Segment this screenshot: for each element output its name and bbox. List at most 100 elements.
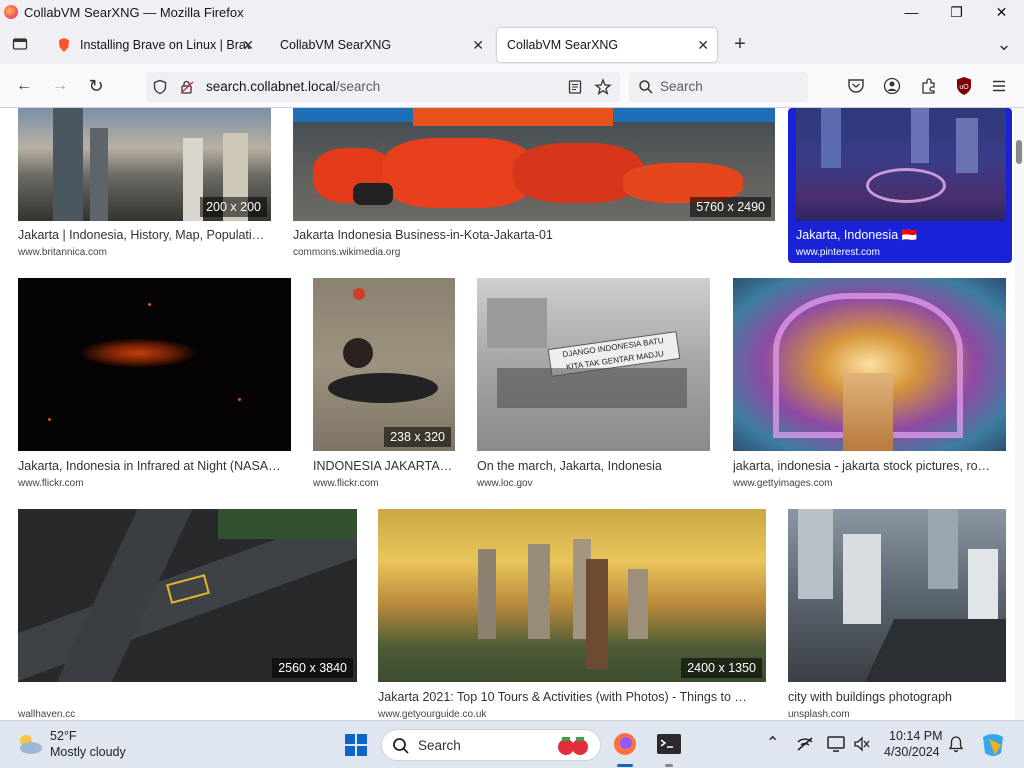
image-dimensions: 5760 x 2490 (690, 197, 771, 217)
weather-condition[interactable]: Mostly cloudy (50, 745, 126, 759)
result-unsplash[interactable]: city with buildings photograph unsplash.… (788, 509, 1010, 720)
url-bar[interactable]: search.collabnet.local/search (146, 72, 620, 102)
result-source: wallhaven.cc (18, 709, 76, 720)
result-thumbnail[interactable]: 2400 x 1350 (378, 509, 766, 682)
clock-time[interactable]: 10:14 PM (889, 729, 943, 743)
result-thumbnail[interactable]: 238 x 320 (313, 278, 455, 451)
window-title-bar: CollabVM SearXNG — Mozilla Firefox — ❐ ✕ (0, 0, 1024, 24)
notification-bell-icon[interactable] (948, 735, 964, 753)
taskbar-search-label: Search (418, 738, 461, 753)
result-wallhaven[interactable]: 2560 x 3840 wallhaven.cc (18, 509, 358, 720)
show-hidden-icons-button[interactable]: ⌃ (766, 733, 779, 753)
result-britannica[interactable]: 200 x 200 Jakarta | Indonesia, History, … (18, 108, 273, 263)
active-app-indicator (617, 764, 633, 767)
result-source: www.flickr.com (18, 478, 84, 489)
insecure-lock-icon[interactable] (179, 79, 195, 95)
tab-bar: Installing Brave on Linux | Brave ✕ Coll… (0, 24, 1024, 64)
scrollbar-thumb[interactable] (1016, 140, 1022, 164)
extensions-icon[interactable] (920, 77, 938, 95)
maximize-button[interactable]: ❐ (934, 0, 979, 24)
terminal-icon[interactable] (656, 732, 682, 756)
search-bar[interactable]: Search (629, 72, 808, 102)
pocket-icon[interactable] (847, 78, 865, 94)
brave-icon (59, 38, 69, 52)
image-dimensions: 238 x 320 (384, 427, 451, 447)
url-path: /search (335, 79, 381, 94)
result-title[interactable]: Jakarta, Indonesia 🇮🇩 (796, 228, 1006, 243)
windows-start-icon[interactable] (344, 733, 368, 757)
firefox-taskbar-icon[interactable] (612, 731, 638, 757)
result-source: www.pinterest.com (796, 247, 880, 258)
page-scrollbar[interactable] (1014, 108, 1024, 720)
result-source: www.loc.gov (477, 478, 533, 489)
forward-button[interactable]: → (48, 74, 72, 98)
result-wikimedia[interactable]: 5760 x 2490 Jakarta Indonesia Business-i… (293, 108, 776, 263)
result-source: commons.wikimedia.org (293, 247, 401, 258)
result-thumbnail[interactable]: 5760 x 2490 (293, 108, 775, 221)
result-thumbnail[interactable] (733, 278, 1006, 451)
result-title[interactable]: Jakarta Indonesia Business-in-Kota-Jakar… (293, 228, 773, 242)
menu-hamburger-icon[interactable] (991, 78, 1007, 94)
result-thumbnail[interactable]: DJANGO INDONESIA BATU KITA TAK GENTAR MA… (477, 278, 710, 451)
search-icon (639, 80, 653, 94)
result-gettyimages[interactable]: jakarta, indonesia - jakarta stock pictu… (733, 278, 1008, 493)
result-title[interactable]: jakarta, indonesia - jakarta stock pictu… (733, 459, 1008, 473)
result-source: www.britannica.com (18, 247, 107, 258)
bookmark-star-icon[interactable] (594, 78, 612, 96)
result-title[interactable]: INDONESIA JAKARTA… (313, 459, 458, 473)
navigation-bar: ← → ↻ search.collabnet.local/search Sear… (0, 64, 1024, 108)
url-host: search.collabnet.local (206, 79, 336, 94)
result-flickr-flood[interactable]: 238 x 320 INDONESIA JAKARTA… www.flickr.… (313, 278, 458, 493)
tab-brave[interactable]: Installing Brave on Linux | Brave ✕ (46, 28, 262, 62)
close-tab-icon[interactable]: ✕ (242, 37, 254, 54)
close-tab-icon[interactable]: ✕ (697, 37, 709, 54)
firefox-logo-icon (4, 5, 18, 19)
result-title[interactable]: Jakarta 2021: Top 10 Tours & Activities … (378, 690, 766, 704)
search-results-page: 200 x 200 Jakarta | Indonesia, History, … (0, 108, 1014, 720)
result-source: www.gettyimages.com (733, 478, 833, 489)
windows-taskbar: 52°F Mostly cloudy Search ⌃ 10:14 PM 4/3… (0, 720, 1024, 768)
copilot-icon[interactable] (979, 731, 1007, 759)
new-tab-button[interactable]: + (728, 32, 752, 56)
search-icon (393, 738, 409, 754)
taskbar-search[interactable]: Search (381, 729, 601, 761)
close-window-button[interactable]: ✕ (979, 0, 1024, 24)
result-flickr-nasa[interactable]: Jakarta, Indonesia in Infrared at Night … (18, 278, 293, 493)
display-icon[interactable] (827, 736, 845, 752)
tab-searxng-1[interactable]: CollabVM SearXNG ✕ (270, 28, 492, 62)
network-icon[interactable] (796, 736, 814, 752)
weather-temperature[interactable]: 52°F (50, 729, 77, 743)
result-thumbnail[interactable] (788, 509, 1006, 682)
tab-label: CollabVM SearXNG (507, 38, 619, 52)
result-title[interactable]: Jakarta, Indonesia in Infrared at Night … (18, 459, 293, 473)
minimize-button[interactable]: — (889, 0, 934, 24)
ublock-origin-icon[interactable]: uO (955, 76, 973, 96)
reader-view-icon[interactable] (567, 79, 583, 95)
clock-date[interactable]: 4/30/2024 (884, 745, 940, 759)
result-loc[interactable]: DJANGO INDONESIA BATU KITA TAK GENTAR MA… (477, 278, 712, 493)
result-source: unsplash.com (788, 709, 850, 720)
result-title[interactable]: On the march, Jakarta, Indonesia (477, 459, 712, 473)
weather-cloud-icon[interactable] (16, 731, 44, 757)
account-icon[interactable] (883, 77, 901, 95)
result-thumbnail[interactable] (18, 278, 291, 451)
firefox-view-icon[interactable] (8, 32, 32, 56)
result-thumbnail[interactable]: 200 x 200 (18, 108, 271, 221)
reload-button[interactable]: ↻ (84, 74, 108, 98)
shield-icon[interactable] (152, 79, 168, 95)
url-text: search.collabnet.local/search (206, 79, 380, 94)
list-all-tabs-button[interactable]: ⌄ (992, 32, 1016, 56)
result-getyourguide[interactable]: 2400 x 1350 Jakarta 2021: Top 10 Tours &… (378, 509, 768, 720)
result-thumbnail[interactable] (796, 108, 1006, 221)
result-thumbnail[interactable]: 2560 x 3840 (18, 509, 357, 682)
result-title[interactable]: Jakarta | Indonesia, History, Map, Popul… (18, 228, 276, 242)
result-title[interactable]: city with buildings photograph (788, 690, 1008, 704)
back-button[interactable]: ← (12, 74, 36, 98)
close-tab-icon[interactable]: ✕ (472, 37, 484, 54)
result-pinterest-selected[interactable]: Jakarta, Indonesia 🇮🇩 www.pinterest.com (788, 108, 1012, 263)
volume-muted-icon[interactable] (853, 736, 871, 752)
running-app-indicator (665, 764, 673, 767)
strawberry-icon (558, 737, 588, 755)
tab-searxng-active[interactable]: CollabVM SearXNG ✕ (497, 28, 717, 62)
image-dimensions: 200 x 200 (200, 197, 267, 217)
